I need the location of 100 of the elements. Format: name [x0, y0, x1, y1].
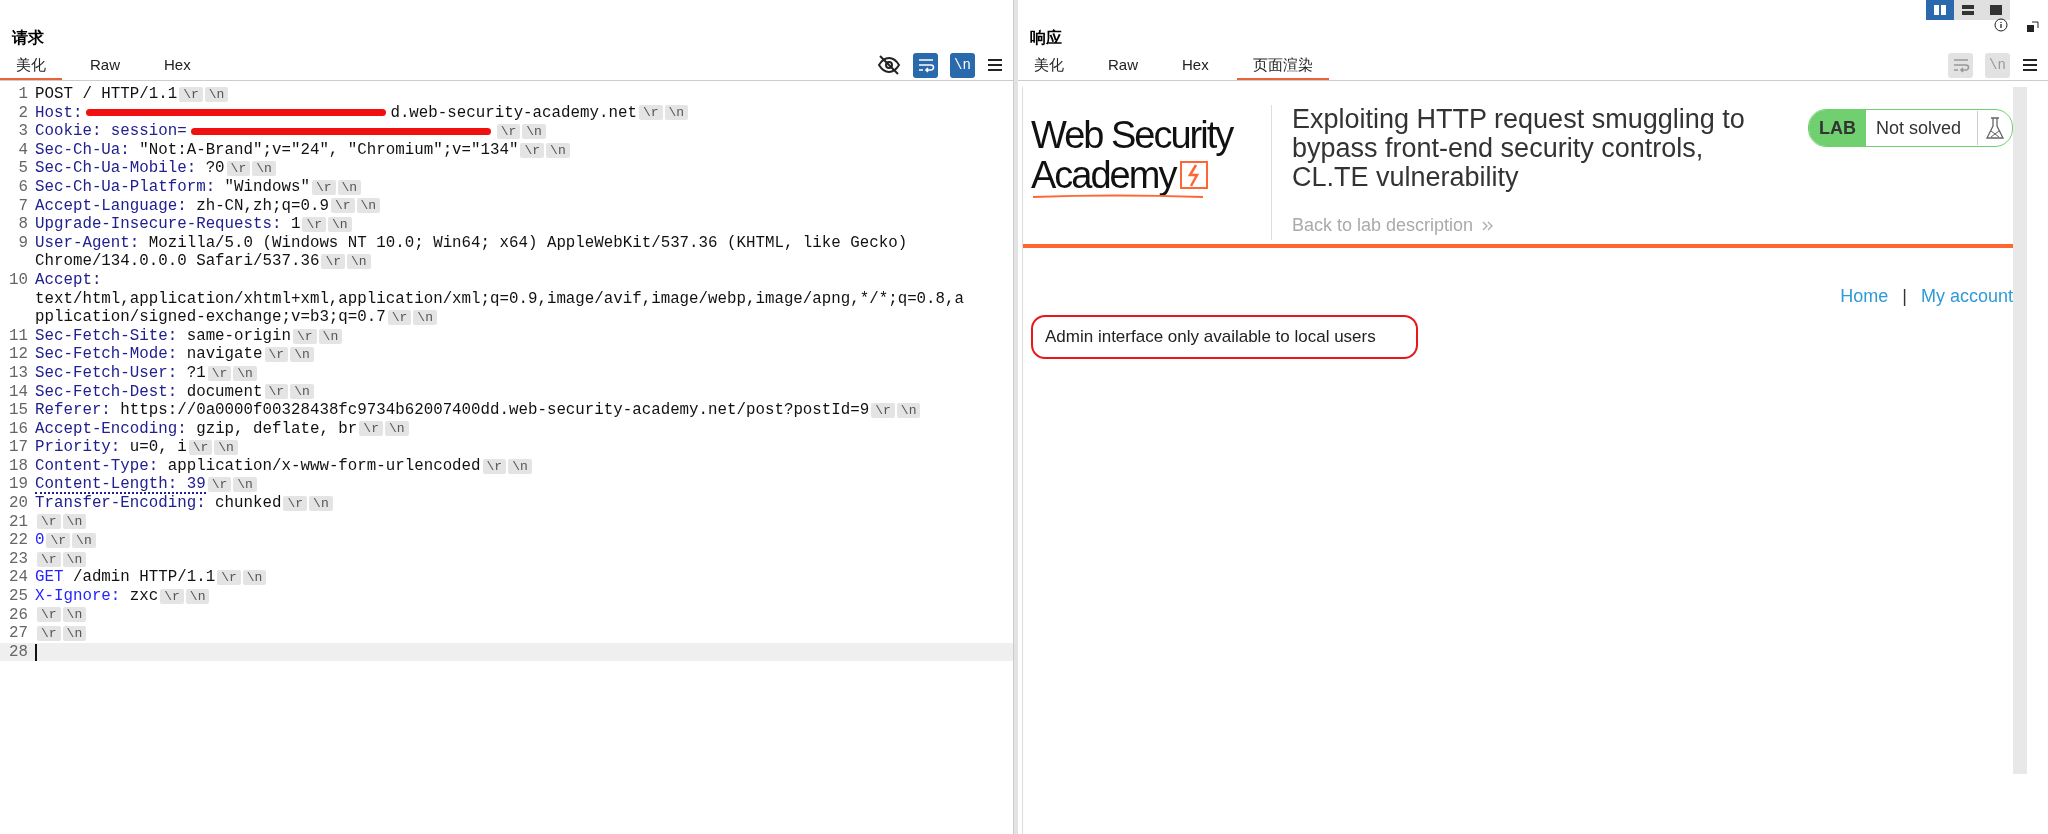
single-panel-icon [1989, 4, 2003, 16]
menu-icon[interactable] [2022, 58, 2038, 72]
eye-slash-icon[interactable] [877, 53, 901, 77]
crlf-marker: \n [72, 533, 96, 549]
header-name: Accept-Language: [35, 196, 187, 216]
crlf-marker: \n [290, 347, 314, 363]
line-number: 12 [8, 345, 29, 364]
crlf-marker: \n [896, 402, 921, 418]
header-name: Content-Type: [35, 456, 159, 476]
line-number: 18 [8, 456, 29, 476]
pop-out-icon[interactable] [2026, 20, 2040, 34]
code-text: "Windows" [223, 177, 310, 197]
code-text: same-origin [185, 326, 291, 346]
line-number: 7 [17, 196, 29, 216]
lab-label: LAB [1808, 110, 1866, 146]
crlf-marker: \r [160, 588, 184, 604]
two-rows-icon [1961, 4, 1975, 16]
scrollbar[interactable] [2013, 87, 2027, 774]
line-number: 27 [8, 624, 29, 643]
code-text: /admin HTTP/1.1 [71, 568, 216, 588]
lab-status: Not solved [1874, 117, 1962, 139]
editor-tab[interactable]: Raw [74, 50, 136, 80]
pane-title: 请求 [12, 28, 44, 48]
header-name: Cookie: [35, 122, 102, 141]
code-keyword: X-Ignore: [35, 587, 121, 606]
editor-tab[interactable]: 美化 [0, 50, 62, 80]
editor-tab[interactable]: Raw [1092, 50, 1154, 80]
crlf-marker: \r [37, 626, 61, 641]
code-text: "Not:A-Brand";v="24", "Chromium";v="134" [138, 140, 519, 160]
crlf-marker: \n [233, 477, 257, 493]
header-line: Content-Length: 39 [35, 475, 206, 494]
line-number: 9 [17, 233, 29, 254]
wrap-lines-button[interactable] [913, 52, 938, 78]
wrap-lines-icon [1951, 57, 1970, 73]
code-text: zxc [128, 587, 159, 606]
logo-text: Web Security [1031, 115, 1234, 155]
crlf-marker: \r [638, 105, 663, 121]
header-name: Accept: [35, 270, 102, 290]
code-text: chunked [214, 494, 282, 513]
pane-title: 响应 [1030, 28, 1062, 48]
crlf-marker: \n [522, 124, 546, 139]
logo-text: Academy [1031, 155, 1176, 195]
header-name: Host: [35, 103, 83, 123]
crlf-marker: \n [309, 495, 333, 511]
crlf-marker: \r [302, 216, 327, 232]
crlf-marker: \n [328, 216, 352, 232]
crlf-marker: \n [384, 421, 409, 437]
crlf-marker: \n [356, 198, 381, 214]
two-columns-icon [1933, 4, 1947, 16]
crlf-marker: \r [46, 533, 71, 549]
single-pane-button[interactable] [1982, 0, 2010, 20]
header-name: Sec-Ch-Ua-Mobile: [35, 159, 197, 178]
lightning-icon [1179, 158, 1210, 192]
crlf-marker: \n [233, 365, 257, 381]
text-cursor [35, 643, 37, 661]
code-text: 1 [289, 215, 301, 234]
crlf-marker: \n [413, 309, 437, 325]
crlf-marker: \n [347, 254, 371, 270]
code-text: application/x-www-form-urlencoded [166, 456, 481, 476]
crlf-marker: \r [482, 458, 507, 474]
editor-tab[interactable]: 页面渲染 [1236, 50, 1329, 80]
crlf-marker: \n [185, 588, 210, 604]
wrap-lines-icon [916, 57, 935, 73]
code-text: Chrome/134.0.0.0 Safari/537.36 [35, 252, 320, 271]
crlf-marker: \n [337, 179, 362, 195]
crlf-marker: \n [204, 86, 229, 102]
code-text: navigate [185, 345, 263, 364]
header-name: Accept-Encoding: [35, 419, 187, 439]
code-text: ?1 [185, 363, 206, 383]
line-number: 20 [8, 494, 29, 513]
crlf-marker: \r [188, 440, 213, 456]
crlf-marker: \n [62, 514, 87, 530]
crlf-marker: \r [283, 495, 308, 511]
crlf-marker: \r [520, 142, 545, 158]
crlf-marker: \r [37, 514, 61, 530]
line-number: 10 [8, 270, 29, 291]
info-icon[interactable] [1994, 18, 2008, 32]
line-number: 19 [8, 475, 29, 495]
header-name: Priority: [35, 438, 121, 457]
split-columns-button[interactable] [1926, 0, 1954, 20]
code-text: Mozilla/5.0 (Windows NT 10.0; Win64; x64) AppleWebKit/537.36 (KHTML, like Gecko) [147, 233, 908, 253]
editor-tab[interactable]: Hex [148, 50, 207, 80]
editor-tab[interactable]: 美化 [1018, 50, 1080, 80]
line-number: 15 [8, 401, 29, 420]
crlf-marker: \r [387, 309, 412, 325]
split-rows-button[interactable] [1954, 0, 1982, 20]
header-name: Sec-Fetch-Mode: [35, 345, 178, 364]
line-number: 17 [8, 438, 29, 457]
crlf-marker: \n [62, 607, 87, 623]
code-text: text/html,application/xhtml+xml,application/xml;q=0.9,image/avif,image/webp,image/apng,*/*;q=0.8,a [35, 289, 964, 309]
menu-icon[interactable] [987, 58, 1003, 72]
crlf-marker: \r [359, 421, 383, 437]
crlf-marker: \r [179, 86, 203, 102]
editor-tab[interactable]: Hex [1166, 50, 1225, 80]
line-number: 16 [8, 419, 29, 439]
newline-toggle[interactable]: \n [950, 52, 975, 78]
crlf-marker: \r [264, 347, 289, 363]
line-number: 13 [8, 363, 29, 383]
line-number: 2 [17, 103, 29, 123]
crlf-marker: \r [37, 551, 61, 567]
